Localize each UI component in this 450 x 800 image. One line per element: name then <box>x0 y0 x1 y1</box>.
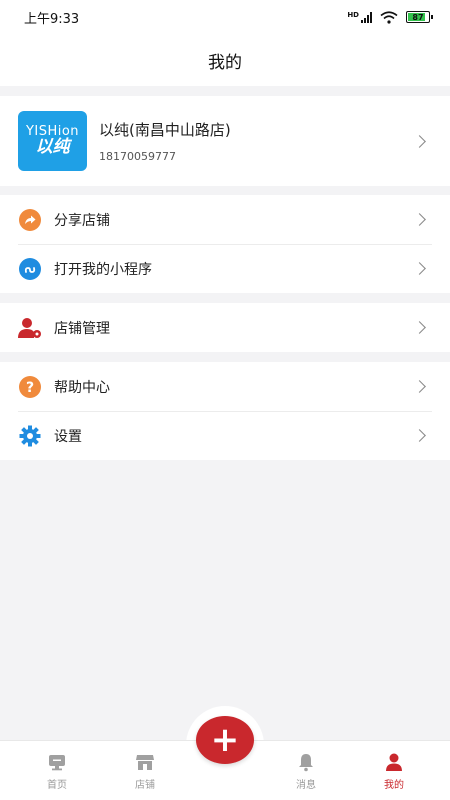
tab-label: 店铺 <box>135 779 155 791</box>
mini-program-icon <box>18 257 42 281</box>
store-name: 以纯(南昌中山路店) <box>99 121 231 139</box>
tab-label: 首页 <box>47 779 67 791</box>
chevron-right-icon <box>413 321 426 334</box>
tab-label: 消息 <box>296 779 316 791</box>
tab-home[interactable]: 首页 <box>12 741 102 800</box>
menu-group-store: 店铺管理 <box>0 303 450 352</box>
share-arrow-icon <box>18 208 42 232</box>
bell-icon <box>299 753 313 771</box>
tab-store[interactable]: 店铺 <box>100 741 190 800</box>
profile-info: 以纯(南昌中山路店) 18170059777 <box>99 119 415 163</box>
menu-group-share: 分享店铺 打开我的小程序 <box>0 195 450 293</box>
plus-icon: + <box>210 720 240 760</box>
logo-text-cn: 以纯 <box>35 136 70 157</box>
battery-level: 87 <box>412 12 424 22</box>
menu-label: 打开我的小程序 <box>54 261 152 278</box>
tab-mine[interactable]: 我的 <box>349 741 439 800</box>
wifi-icon <box>380 10 398 24</box>
store-phone: 18170059777 <box>99 150 176 163</box>
store-profile-card[interactable]: YISHion 以纯 以纯(南昌中山路店) 18170059777 <box>0 96 450 186</box>
battery-icon: 87 <box>406 11 433 23</box>
tab-messages[interactable]: 消息 <box>261 741 351 800</box>
menu-item-settings[interactable]: 设置 <box>0 411 450 460</box>
chevron-right-icon <box>413 262 426 275</box>
chevron-right-icon <box>413 429 426 442</box>
menu-item-help-center[interactable]: ? 帮助中心 <box>0 362 450 411</box>
status-time: 上午9:33 <box>24 11 80 27</box>
gear-icon <box>18 424 42 448</box>
chevron-right-icon <box>413 213 426 226</box>
menu-label: 帮助中心 <box>54 379 110 396</box>
page-header: 我的 <box>0 34 450 86</box>
store-logo: YISHion 以纯 <box>18 111 87 171</box>
signal-icon <box>361 11 372 23</box>
question-icon: ? <box>18 375 42 399</box>
status-bar: 上午9:33 HD 87 <box>0 0 450 34</box>
svg-text:?: ? <box>26 380 34 396</box>
chevron-right-icon <box>413 380 426 393</box>
chevron-right-icon <box>413 134 426 148</box>
person-icon <box>386 753 402 771</box>
page-title: 我的 <box>208 52 242 73</box>
menu-label: 分享店铺 <box>54 212 110 229</box>
network-label: HD <box>347 10 359 19</box>
menu-item-open-mini-program[interactable]: 打开我的小程序 <box>0 244 450 293</box>
menu-item-share-store[interactable]: 分享店铺 <box>0 195 450 244</box>
menu-label: 设置 <box>54 428 82 445</box>
menu-item-store-management[interactable]: 店铺管理 <box>0 303 450 352</box>
home-icon <box>49 754 65 770</box>
status-icons: HD 87 <box>347 10 433 24</box>
menu-label: 店铺管理 <box>54 320 110 337</box>
store-icon <box>136 754 154 770</box>
add-button[interactable]: + <box>196 716 254 764</box>
tab-label: 我的 <box>384 779 404 791</box>
menu-group-help: ? 帮助中心 设置 <box>0 362 450 460</box>
user-settings-icon <box>18 316 42 340</box>
